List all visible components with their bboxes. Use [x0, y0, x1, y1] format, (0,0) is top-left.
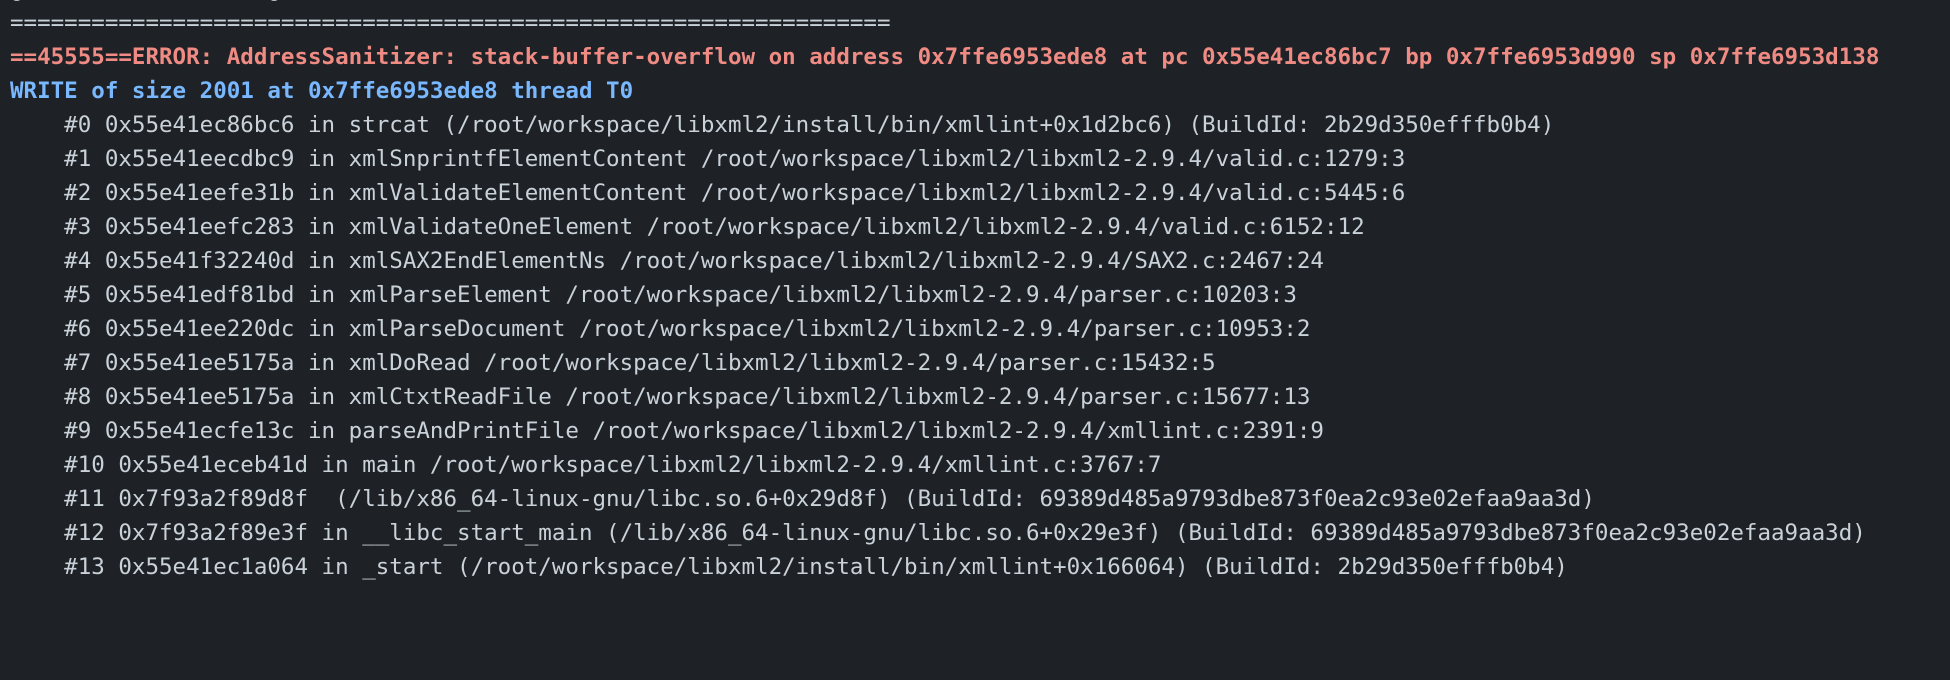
- stack-frame-4: #4 0x55e41f32240d in xmlSAX2EndElementNs…: [10, 248, 1324, 274]
- stack-frame-1: #1 0x55e41eecdbc9 in xmlSnprintfElementC…: [10, 146, 1406, 172]
- stack-frame-10: #10 0x55e41eceb41d in main /root/workspa…: [10, 452, 1162, 478]
- stack-frame-6: #6 0x55e41ee220dc in xmlParseDocument /r…: [10, 316, 1311, 342]
- stack-frame-13: #13 0x55e41ec1a064 in _start (/root/work…: [10, 554, 1568, 580]
- terminal-output[interactable]: ● ● ====================================…: [0, 0, 1950, 602]
- stack-frame-9: #9 0x55e41ecfe13c in parseAndPrintFile /…: [10, 418, 1324, 444]
- write-info-line: WRITE of size 2001 at 0x7ffe6953ede8 thr…: [10, 78, 634, 104]
- stack-frame-11: #11 0x7f93a2f89d8f (/lib/x86_64-linux-gn…: [10, 486, 1595, 512]
- stack-frame-5: #5 0x55e41edf81bd in xmlParseElement /ro…: [10, 282, 1297, 308]
- stack-frame-0: #0 0x55e41ec86bc6 in strcat (/root/works…: [10, 112, 1555, 138]
- stack-frame-2: #2 0x55e41eefe31b in xmlValidateElementC…: [10, 180, 1406, 206]
- asan-error-line: ==45555==ERROR: AddressSanitizer: stack-…: [10, 44, 1880, 70]
- stack-frame-7: #7 0x55e41ee5175a in xmlDoRead /root/wor…: [10, 350, 1216, 376]
- stack-frame-8: #8 0x55e41ee5175a in xmlCtxtReadFile /ro…: [10, 384, 1311, 410]
- stack-frame-3: #3 0x55e41eefc283 in xmlValidateOneEleme…: [10, 214, 1365, 240]
- stack-frame-12: #12 0x7f93a2f89e3f in __libc_start_main …: [10, 520, 1866, 546]
- separator-line: ========================================…: [10, 10, 891, 36]
